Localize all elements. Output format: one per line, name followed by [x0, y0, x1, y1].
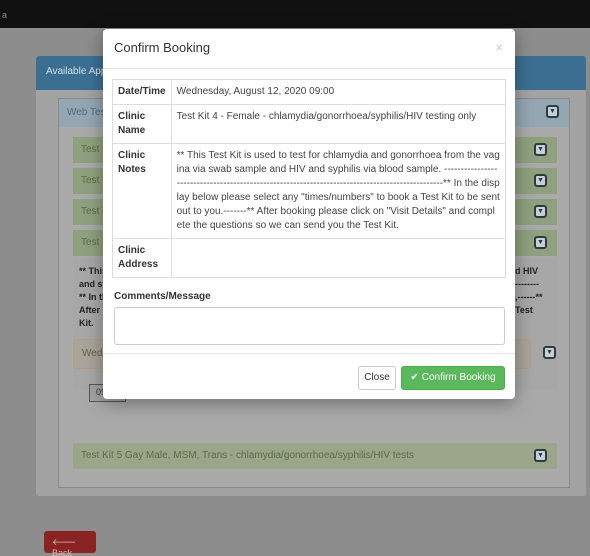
test-kit-5-row[interactable]: Test Kit 5 Gay Male, MSM, Trans - chlamy… [73, 443, 557, 469]
clinic-address-label: Clinic Address [112, 238, 172, 278]
kit-text-line: -------- [515, 279, 539, 289]
test-kit-5-label: Test Kit 5 Gay Male, MSM, Trans - chlamy… [81, 450, 414, 461]
chevron-down-icon[interactable]: ▼ [543, 346, 556, 359]
datetime-label: Date/Time [112, 79, 172, 105]
checkmark-icon: ✔ [410, 372, 419, 383]
navbar-mark: a [2, 10, 8, 20]
confirm-booking-label: Confirm Booking [421, 372, 496, 383]
modal-footer: Close ✔ Confirm Booking [103, 353, 515, 399]
top-navbar: a [0, 0, 590, 28]
table-row: Date/Time Wednesday, August 12, 2020 09:… [112, 79, 507, 105]
booking-details-table: Date/Time Wednesday, August 12, 2020 09:… [112, 79, 507, 278]
kit-text-line: ,------** [515, 292, 543, 302]
clinic-address-value [170, 238, 507, 278]
clinic-name-label: Clinic Name [112, 104, 172, 144]
confirm-booking-button[interactable]: ✔ Confirm Booking [401, 366, 505, 390]
clinic-notes-value: ** This Test Kit is used to test for chl… [170, 143, 507, 239]
date-slot-label: Wed [82, 348, 103, 359]
datetime-value: Wednesday, August 12, 2020 09:00 [170, 79, 507, 105]
chevron-down-icon[interactable]: ▼ [534, 236, 547, 249]
close-button[interactable]: Close [358, 366, 396, 390]
chevron-down-icon[interactable]: ▼ [534, 174, 547, 187]
close-icon[interactable]: × [495, 40, 503, 55]
kit-text-line: Test [515, 305, 533, 315]
kit-text-right: d HIV -------- ,------** Test [515, 265, 549, 317]
table-row: Clinic Address [112, 238, 507, 278]
confirm-booking-modal: Confirm Booking × Date/Time Wednesday, A… [103, 29, 515, 399]
table-row: Clinic Notes ** This Test Kit is used to… [112, 143, 507, 239]
table-row: Clinic Name Test Kit 4 - Female - chlamy… [112, 104, 507, 144]
modal-title: Confirm Booking [114, 40, 211, 55]
clinic-notes-label: Clinic Notes [112, 143, 172, 239]
arrow-left-icon: 🡐 [52, 537, 77, 547]
modal-header: Confirm Booking × [103, 29, 515, 69]
kit-text-line: d HIV [515, 266, 539, 276]
chevron-down-icon[interactable]: ▼ [534, 143, 547, 156]
clinic-name-value: Test Kit 4 - Female - chlamydia/gonorrho… [170, 104, 507, 144]
chevron-down-icon[interactable]: ▼ [534, 449, 547, 462]
back-label: Back [52, 548, 73, 556]
comments-label: Comments/Message [114, 291, 211, 302]
back-button[interactable]: 🡐 Back [44, 531, 96, 556]
chevron-down-icon[interactable]: ▼ [546, 105, 559, 118]
comments-textarea[interactable] [114, 307, 505, 345]
chevron-down-icon[interactable]: ▼ [534, 205, 547, 218]
